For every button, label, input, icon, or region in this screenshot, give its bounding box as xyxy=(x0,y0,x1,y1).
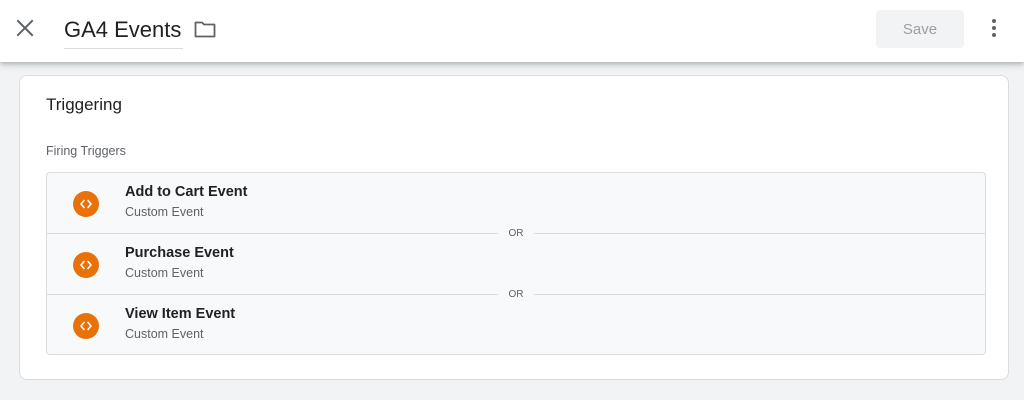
more-options-button[interactable] xyxy=(980,15,1008,45)
triggering-card[interactable]: Triggering Firing Triggers Add to Cart E… xyxy=(19,75,1009,380)
trigger-name: Add to Cart Event xyxy=(125,184,248,200)
trigger-name: View Item Event xyxy=(125,306,236,322)
folder-button[interactable] xyxy=(191,18,219,44)
folder-icon xyxy=(194,20,216,43)
custom-event-icon xyxy=(73,313,99,339)
trigger-row-add-to-cart[interactable]: Add to Cart Event Custom Event xyxy=(47,173,985,233)
trigger-name: Purchase Event xyxy=(125,245,234,261)
trigger-row-view-item[interactable]: View Item Event Custom Event xyxy=(47,295,985,355)
tag-title-field[interactable]: GA4 Events xyxy=(64,14,184,49)
close-icon xyxy=(16,19,34,42)
section-title: Triggering xyxy=(46,95,122,114)
trigger-row-purchase[interactable]: Purchase Event Custom Event xyxy=(47,234,985,294)
more-vert-icon xyxy=(991,18,997,43)
custom-event-icon xyxy=(73,252,99,278)
firing-triggers-label: Firing Triggers xyxy=(46,144,126,158)
trigger-type: Custom Event xyxy=(125,205,204,219)
trigger-type: Custom Event xyxy=(125,266,204,280)
top-bar: GA4 Events Save xyxy=(0,0,1024,62)
trigger-type: Custom Event xyxy=(125,327,204,341)
custom-event-icon xyxy=(73,191,99,217)
close-button[interactable] xyxy=(10,15,40,45)
trigger-list: Add to Cart Event Custom Event OR Purcha… xyxy=(46,172,986,355)
tag-title: GA4 Events xyxy=(64,17,182,42)
save-button[interactable]: Save xyxy=(876,10,964,48)
